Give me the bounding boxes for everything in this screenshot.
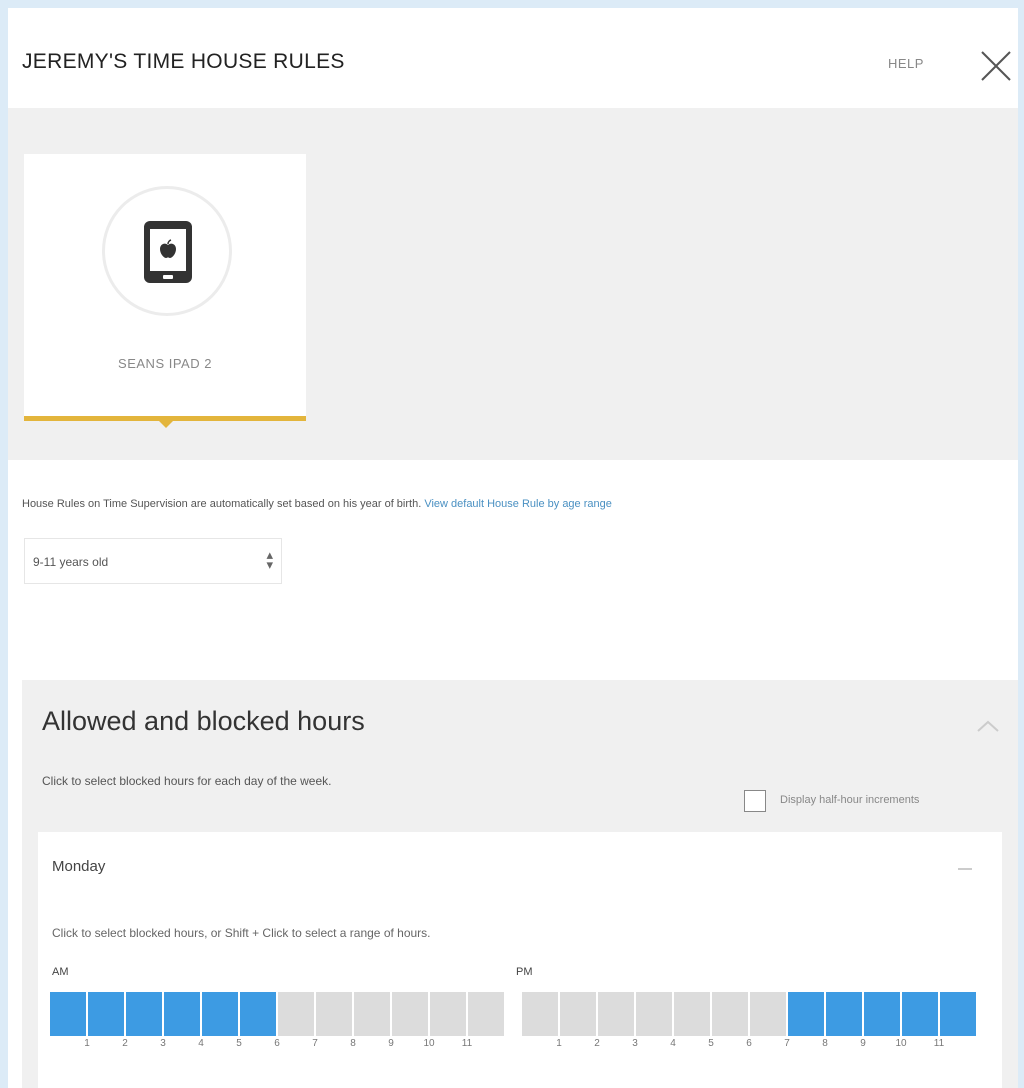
hour-cell[interactable] bbox=[468, 992, 504, 1036]
hour-cell[interactable] bbox=[430, 992, 466, 1036]
half-hour-label: Display half-hour increments bbox=[780, 794, 920, 806]
hour-tick-label: 6 bbox=[274, 1038, 280, 1049]
hour-cell[interactable] bbox=[902, 992, 938, 1036]
age-range-value: 9-11 years old bbox=[33, 555, 109, 569]
hour-tick-label: 5 bbox=[236, 1038, 242, 1049]
hour-tick-label: 9 bbox=[388, 1038, 394, 1049]
hours-title: Allowed and blocked hours bbox=[42, 706, 365, 736]
hour-cell[interactable] bbox=[674, 992, 710, 1036]
hour-cell[interactable] bbox=[164, 992, 200, 1036]
modal-header: JEREMY'S TIME HOUSE RULES HELP bbox=[8, 8, 1018, 108]
hour-tick-label: 3 bbox=[160, 1038, 166, 1049]
hour-cell[interactable] bbox=[560, 992, 596, 1036]
hour-tick-label: 8 bbox=[350, 1038, 356, 1049]
hour-cell[interactable] bbox=[522, 992, 558, 1036]
hour-tick-label: 9 bbox=[860, 1038, 866, 1049]
close-icon[interactable] bbox=[976, 46, 1016, 86]
hour-grid bbox=[50, 992, 976, 1036]
hour-tick-label: 7 bbox=[312, 1038, 318, 1049]
hour-tick-label: 1 bbox=[556, 1038, 562, 1049]
device-avatar bbox=[102, 186, 232, 316]
hour-cell[interactable] bbox=[826, 992, 862, 1036]
hour-cell[interactable] bbox=[88, 992, 124, 1036]
page-title: JEREMY'S TIME HOUSE RULES bbox=[22, 50, 345, 73]
hour-cell[interactable] bbox=[316, 992, 352, 1036]
hour-cell[interactable] bbox=[750, 992, 786, 1036]
hour-tick-label: 10 bbox=[423, 1038, 435, 1049]
hour-cell[interactable] bbox=[636, 992, 672, 1036]
chevron-up-icon[interactable] bbox=[976, 718, 1000, 734]
tablet-apple-icon bbox=[144, 221, 192, 283]
hours-panel: Allowed and blocked hours Click to selec… bbox=[22, 680, 1018, 1088]
house-rules-modal: JEREMY'S TIME HOUSE RULES HELP SEANS IPA… bbox=[8, 8, 1018, 1088]
hour-tick-label: 10 bbox=[895, 1038, 907, 1049]
selected-pointer bbox=[159, 421, 173, 428]
day-card-monday: Monday Click to select blocked hours, or… bbox=[38, 832, 1002, 1088]
hour-tick-label: 2 bbox=[594, 1038, 600, 1049]
info-text: House Rules on Time Supervision are auto… bbox=[22, 498, 612, 510]
hours-subtitle: Click to select blocked hours for each d… bbox=[42, 774, 332, 788]
day-collapse-icon[interactable] bbox=[956, 862, 974, 874]
hour-cell[interactable] bbox=[940, 992, 976, 1036]
day-instruction: Click to select blocked hours, or Shift … bbox=[52, 926, 431, 940]
hour-tick-label: 8 bbox=[822, 1038, 828, 1049]
hour-tick-label: 3 bbox=[632, 1038, 638, 1049]
info-text-body: House Rules on Time Supervision are auto… bbox=[22, 498, 425, 510]
hour-tick-label: 1 bbox=[84, 1038, 90, 1049]
hour-cell[interactable] bbox=[788, 992, 824, 1036]
hour-cell[interactable] bbox=[126, 992, 162, 1036]
hour-cell[interactable] bbox=[354, 992, 390, 1036]
hour-cell[interactable] bbox=[202, 992, 238, 1036]
hour-tick-label: 5 bbox=[708, 1038, 714, 1049]
age-range-select[interactable]: 9-11 years old ▴ ▾ bbox=[24, 538, 282, 584]
day-name: Monday bbox=[52, 858, 106, 875]
hour-tick-label: 2 bbox=[122, 1038, 128, 1049]
am-label: AM bbox=[52, 966, 69, 978]
device-name: SEANS IPAD 2 bbox=[118, 356, 212, 371]
hour-tick-label: 6 bbox=[746, 1038, 752, 1049]
hour-cell[interactable] bbox=[240, 992, 276, 1036]
device-selector: SEANS IPAD 2 bbox=[8, 108, 1018, 460]
hour-cell[interactable] bbox=[712, 992, 748, 1036]
hour-cell[interactable] bbox=[598, 992, 634, 1036]
device-card[interactable]: SEANS IPAD 2 bbox=[24, 154, 306, 416]
hour-cell[interactable] bbox=[864, 992, 900, 1036]
hour-cell[interactable] bbox=[392, 992, 428, 1036]
pm-label: PM bbox=[516, 966, 533, 978]
hour-cell[interactable] bbox=[278, 992, 314, 1036]
hour-tick-label: 11 bbox=[933, 1038, 945, 1049]
half-hour-checkbox[interactable] bbox=[744, 790, 766, 812]
default-rules-link[interactable]: View default House Rule by age range bbox=[424, 498, 612, 510]
hour-tick-label: 11 bbox=[461, 1038, 473, 1049]
help-link[interactable]: HELP bbox=[888, 56, 924, 71]
select-arrows-icon: ▴ ▾ bbox=[266, 547, 273, 572]
hour-cell[interactable] bbox=[50, 992, 86, 1036]
hour-tick-label: 7 bbox=[784, 1038, 790, 1049]
hour-tick-label: 4 bbox=[670, 1038, 676, 1049]
hour-tick-label: 4 bbox=[198, 1038, 204, 1049]
